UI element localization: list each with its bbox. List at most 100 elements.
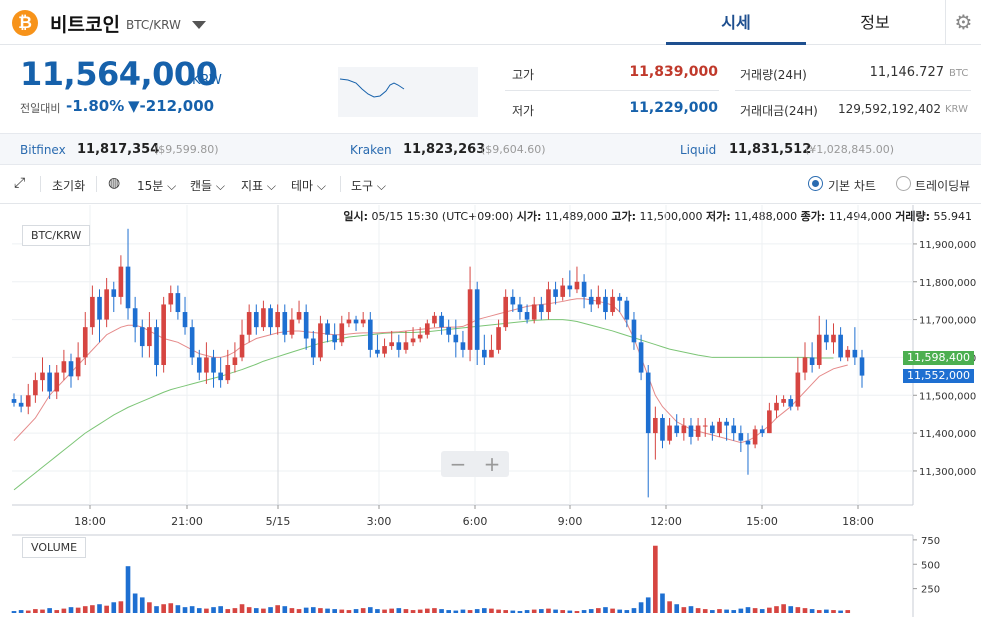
candle-body xyxy=(75,357,81,377)
volume-bar xyxy=(838,610,843,613)
volume-bar xyxy=(517,611,523,613)
zoom-in-button[interactable]: + xyxy=(475,451,509,477)
candle-body xyxy=(68,361,74,377)
candle-body xyxy=(389,342,394,347)
candle-body xyxy=(759,429,765,434)
x-tick-label: 3:00 xyxy=(367,515,392,528)
volume-bar xyxy=(168,603,174,613)
volume-bar xyxy=(90,605,95,613)
volume-bar xyxy=(182,607,188,613)
volume-bar xyxy=(11,611,17,613)
volume-bar xyxy=(346,610,352,613)
candle-body xyxy=(161,304,166,365)
volume-bar xyxy=(752,608,758,613)
candle-body xyxy=(410,338,416,343)
candle-body xyxy=(824,334,829,343)
volume-bar xyxy=(467,610,473,613)
volume-bar xyxy=(588,609,594,613)
volume-bar xyxy=(253,608,259,613)
volume-bar xyxy=(175,605,181,613)
candle-body xyxy=(460,342,466,350)
candle-body xyxy=(40,372,45,381)
volume-bar xyxy=(125,566,131,613)
candle-body xyxy=(781,399,786,403)
candle-body xyxy=(574,281,580,290)
volume-bar xyxy=(745,607,751,613)
zoom-out-button[interactable]: − xyxy=(441,451,475,477)
candle-body xyxy=(118,266,124,297)
candle-body xyxy=(182,312,188,328)
x-tick-label: 5/15 xyxy=(266,515,291,528)
price-chart[interactable]: 11,900,00011,800,00011,700,00011,600,000… xyxy=(0,0,981,617)
zoom-control: − + xyxy=(441,451,509,477)
volume-bar xyxy=(560,610,566,613)
candle-body xyxy=(360,319,366,324)
volume-bar xyxy=(824,609,829,613)
candle-body xyxy=(802,357,808,373)
volume-bar xyxy=(40,609,45,613)
candle-body xyxy=(610,296,615,313)
volume-bar xyxy=(831,610,836,613)
candle-body xyxy=(318,323,323,358)
volume-bar xyxy=(353,609,359,613)
candle-body xyxy=(332,334,337,343)
y-tick-label: 11,300,000 xyxy=(919,467,976,478)
volume-bar xyxy=(638,602,644,613)
candle-body xyxy=(474,289,480,350)
candle-body xyxy=(367,319,373,350)
y-tick-label: 11,500,000 xyxy=(919,391,976,402)
volume-bar xyxy=(403,609,409,613)
candle-body xyxy=(581,281,587,297)
candle-body xyxy=(724,421,729,426)
candle-body xyxy=(489,349,494,358)
volume-bar xyxy=(204,608,209,613)
volume-bar xyxy=(617,609,623,613)
volume-bar xyxy=(781,604,786,613)
ma-short-line xyxy=(13,298,848,444)
volume-bar xyxy=(788,606,794,613)
volume-bar xyxy=(139,597,145,613)
volume-bar xyxy=(460,609,466,613)
candle-body xyxy=(196,357,202,373)
candle-body xyxy=(396,342,402,350)
volume-bar xyxy=(645,597,651,613)
candle-body xyxy=(553,289,558,297)
volume-bar xyxy=(332,609,337,613)
volume-bar xyxy=(482,608,487,613)
x-tick-label: 12:00 xyxy=(650,515,682,528)
candle-body xyxy=(97,296,102,320)
volume-bar xyxy=(310,607,316,613)
volume-bar xyxy=(759,609,765,613)
volume-bar xyxy=(510,610,516,613)
candle-body xyxy=(339,323,345,343)
candle-body xyxy=(268,308,273,328)
candle-body xyxy=(18,402,24,407)
volume-bar xyxy=(474,609,480,613)
volume-bar xyxy=(767,607,772,613)
volume-bar xyxy=(816,610,822,613)
volume-bar xyxy=(118,601,124,613)
candle-body xyxy=(382,346,387,354)
candle-body xyxy=(325,323,330,335)
candle-body xyxy=(717,421,722,434)
candle-body xyxy=(838,334,843,358)
volume-tick-label: 250 xyxy=(921,585,940,596)
candle-body xyxy=(189,327,195,358)
volume-bar xyxy=(496,609,501,613)
candle-body xyxy=(809,357,815,365)
volume-bar xyxy=(147,602,152,613)
candle-body xyxy=(82,327,88,358)
candle-body xyxy=(90,296,95,328)
volume-bar xyxy=(738,608,744,613)
candle-body xyxy=(403,342,409,350)
candle-body xyxy=(204,357,209,373)
candle-body xyxy=(253,312,259,328)
volume-bar xyxy=(731,610,737,613)
candle-body xyxy=(303,312,309,339)
volume-bar xyxy=(596,608,601,613)
volume-bar xyxy=(795,607,801,613)
candle-body xyxy=(702,425,708,427)
candle-body xyxy=(496,327,501,350)
volume-bar xyxy=(674,604,680,613)
volume-bar xyxy=(809,609,815,613)
